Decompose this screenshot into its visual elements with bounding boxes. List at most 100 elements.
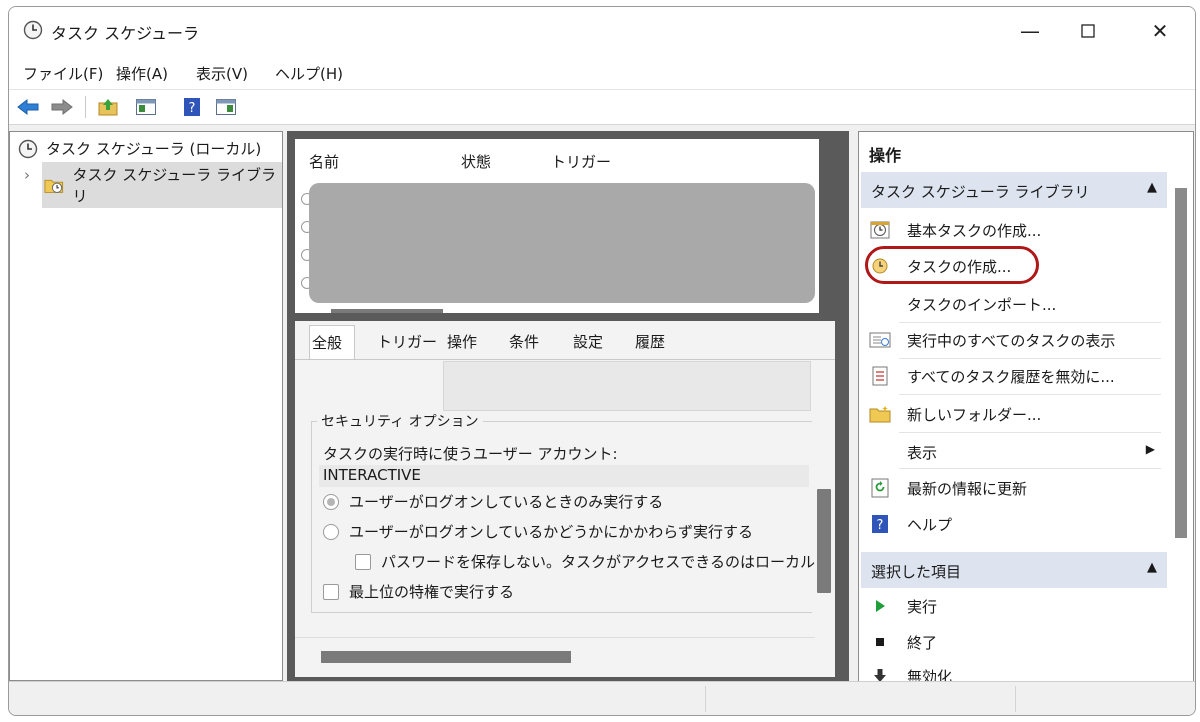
action-label: 終了: [907, 634, 938, 652]
redacted-task-rows: [309, 183, 815, 303]
up-folder-icon: [98, 99, 118, 116]
tab-actions[interactable]: 操作: [445, 331, 479, 352]
tree-item-label: タスク スケジューラ (ローカル): [46, 140, 262, 158]
section-header-selected-item[interactable]: 選択した項目 ▲: [861, 552, 1167, 588]
divider: [899, 394, 1161, 395]
details-vertical-scrollbar[interactable]: [817, 489, 831, 593]
clock-icon: [23, 20, 43, 40]
action-label: すべてのタスク履歴を無効に...: [907, 368, 1115, 386]
action-disable[interactable]: 無効化: [861, 660, 1161, 682]
folder-clock-icon: [44, 179, 64, 193]
tab-settings[interactable]: 設定: [571, 331, 605, 352]
close-button[interactable]: ✕: [1131, 7, 1189, 55]
menu-help[interactable]: ヘルプ(H): [275, 63, 343, 84]
status-divider: [1015, 686, 1016, 712]
action-label: ヘルプ: [907, 516, 953, 534]
actions-pane-title: 操作: [869, 146, 902, 165]
menu-file[interactable]: ファイル(F): [23, 63, 103, 84]
forward-button[interactable]: [49, 94, 75, 120]
column-header-trigger[interactable]: トリガー: [551, 151, 611, 172]
security-options-title: セキュリティ オプション: [317, 411, 483, 431]
action-label: 実行中のすべてのタスクの表示: [907, 332, 1116, 350]
divider: [899, 322, 1161, 323]
tab-triggers[interactable]: トリガー: [375, 331, 439, 352]
end-icon: [869, 632, 891, 652]
menu-action[interactable]: 操作(A): [116, 63, 168, 84]
radio-whether-logged-on-label: ユーザーがログオンしているかどうかにかかわらず実行する: [349, 523, 753, 541]
action-end[interactable]: 終了: [861, 626, 1161, 658]
action-help[interactable]: ? ヘルプ: [861, 508, 1161, 540]
list-horizontal-scrollbar[interactable]: [331, 309, 443, 313]
action-label: 新しいフォルダー...: [907, 406, 1042, 424]
checkbox-no-password[interactable]: [355, 554, 371, 570]
action-view[interactable]: 表示 ▶: [861, 436, 1161, 468]
menu-view[interactable]: 表示(V): [196, 63, 248, 84]
show-hide-action-pane-button[interactable]: [213, 94, 239, 120]
tab-strip-line: [295, 359, 835, 360]
column-header-name[interactable]: 名前: [309, 151, 339, 172]
action-create-basic-task[interactable]: 基本タスクの作成...: [861, 214, 1161, 246]
title-bar: タスク スケジューラ — ✕: [9, 7, 1195, 55]
collapse-up-icon[interactable]: ▲: [1147, 180, 1157, 195]
status-bar: [9, 681, 1195, 715]
task-list: 名前 状態 トリガー: [295, 139, 819, 313]
create-basic-task-icon: [869, 220, 891, 240]
radio-whether-logged-on[interactable]: [323, 524, 339, 540]
task-history-icon: [869, 366, 891, 386]
help-icon: ?: [184, 98, 200, 116]
tab-conditions[interactable]: 条件: [507, 331, 541, 352]
back-button[interactable]: [15, 94, 41, 120]
divider: [899, 358, 1161, 359]
tab-general[interactable]: 全般: [309, 325, 355, 359]
action-refresh[interactable]: 最新の情報に更新: [861, 472, 1161, 504]
radio-logged-on-only-label: ユーザーがログオンしているときのみ実行する: [349, 493, 664, 511]
toolbar-separator: [85, 96, 86, 118]
highlight-ring: [865, 246, 1039, 284]
actions-vertical-scrollbar[interactable]: [1175, 188, 1187, 538]
divider: [899, 432, 1161, 433]
show-hide-tree-icon: [136, 99, 156, 115]
account-value: INTERACTIVE: [323, 466, 421, 484]
task-details: 全般 トリガー 操作 条件 設定 履歴 セキュリティ オプション タスクの実行時…: [295, 321, 835, 677]
column-header-status[interactable]: 状態: [461, 151, 491, 172]
actions-pane: 操作 タスク スケジューラ ライブラリ ▲ 基本タスクの作成... タスクの作成…: [858, 131, 1194, 683]
collapse-up-icon[interactable]: ▲: [1147, 560, 1157, 575]
submenu-arrow-icon: ▶: [1145, 442, 1155, 456]
forward-icon: [51, 98, 73, 116]
svg-text:?: ?: [189, 101, 196, 116]
svg-text:?: ?: [877, 518, 884, 533]
action-import-task[interactable]: タスクのインポート...: [861, 288, 1161, 320]
section-header-library[interactable]: タスク スケジューラ ライブラリ ▲: [861, 172, 1167, 208]
minimize-button[interactable]: —: [1001, 7, 1059, 55]
tree-expander-icon[interactable]: ›: [24, 166, 30, 184]
show-hide-action-pane-icon: [216, 99, 236, 115]
radio-logged-on-only[interactable]: [323, 494, 339, 510]
status-divider: [705, 686, 706, 712]
action-disable-all-task-history[interactable]: すべてのタスク履歴を無効に...: [861, 360, 1161, 392]
tree-item-task-scheduler-local[interactable]: タスク スケジューラ (ローカル): [18, 138, 261, 159]
refresh-icon: [869, 478, 891, 498]
details-divider: [295, 637, 815, 638]
back-icon: [17, 98, 39, 116]
details-horizontal-scrollbar[interactable]: [321, 651, 571, 663]
action-run[interactable]: 実行: [861, 590, 1161, 622]
help-icon: ?: [869, 514, 891, 534]
tab-history[interactable]: 履歴: [633, 331, 667, 352]
action-display-running-tasks[interactable]: 実行中のすべてのタスクの表示: [861, 324, 1161, 356]
show-hide-tree-button[interactable]: [133, 94, 159, 120]
tree-item-task-scheduler-library[interactable]: タスク スケジューラ ライブラリ: [42, 162, 282, 208]
checkbox-no-password-label: パスワードを保存しない。タスクがアクセスできるのはローカル！: [381, 553, 830, 571]
action-label: タスクのインポート...: [907, 296, 1057, 314]
action-label: 基本タスクの作成...: [907, 222, 1042, 240]
up-folder-button[interactable]: [95, 94, 121, 120]
maximize-button[interactable]: [1059, 7, 1117, 55]
action-label: 実行: [907, 598, 938, 616]
clock-icon: [18, 139, 38, 158]
running-tasks-icon: [869, 330, 891, 350]
description-field[interactable]: [443, 361, 811, 411]
help-button[interactable]: ?: [179, 94, 205, 120]
action-new-folder[interactable]: 新しいフォルダー...: [861, 398, 1161, 430]
section-header-library-label: タスク スケジューラ ライブラリ: [871, 183, 1090, 201]
navigation-tree: タスク スケジューラ (ローカル) › タスク スケジューラ ライブラリ: [9, 131, 283, 681]
checkbox-highest-privileges[interactable]: [323, 584, 339, 600]
